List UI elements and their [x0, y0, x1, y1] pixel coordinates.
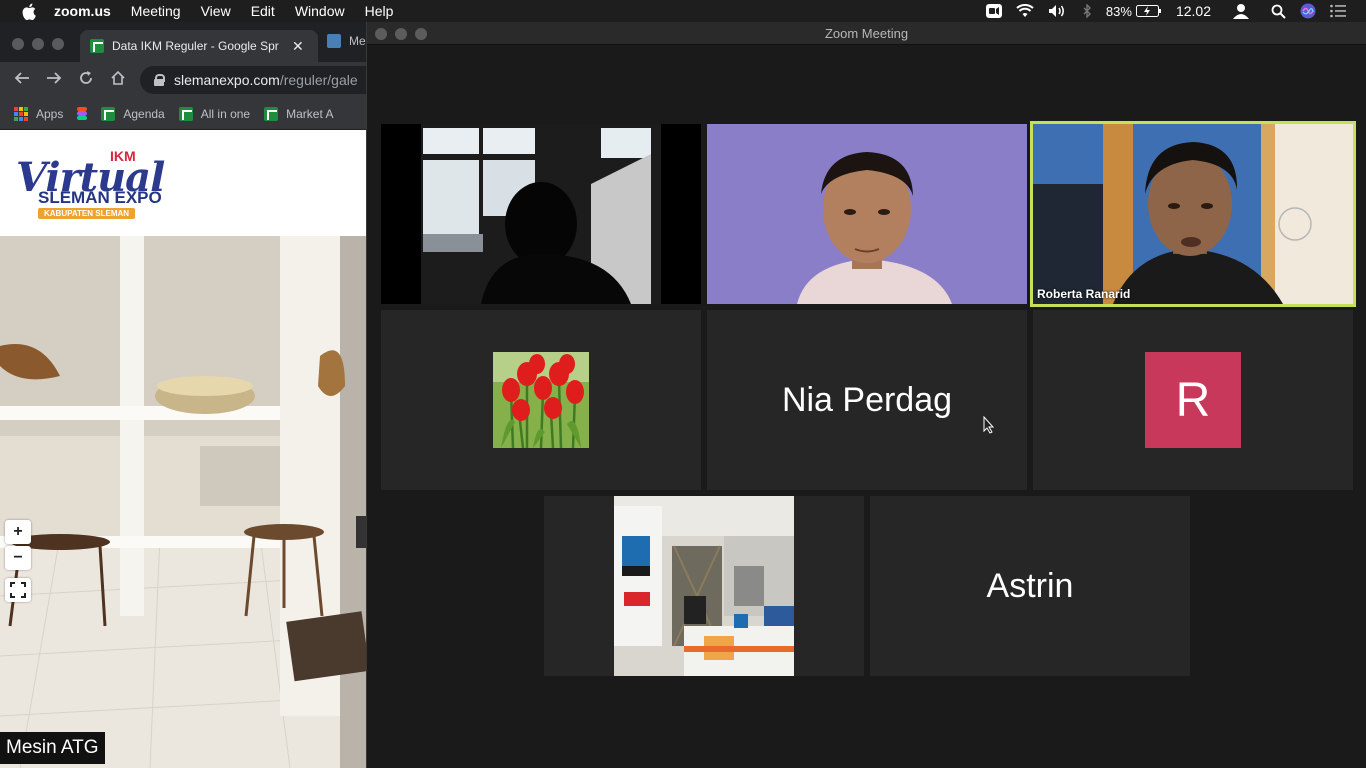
tab-label: Data IKM Reguler - Google Spr [112, 39, 279, 53]
mouse-cursor-icon [983, 416, 995, 434]
participant-tile-4[interactable] [381, 310, 701, 490]
logo-sleman-expo: SLEMAN EXPO [38, 188, 162, 207]
lock-icon [154, 74, 165, 86]
menu-app-name[interactable]: zoom.us [54, 0, 111, 22]
bookmark-agenda[interactable]: Agenda [101, 106, 165, 121]
tab-strip: Data IKM Reguler - Google Spr ✕ Me [0, 22, 366, 62]
zoom-status-icon[interactable] [985, 4, 1002, 18]
notification-center-icon[interactable] [1330, 4, 1346, 18]
back-icon[interactable] [6, 70, 38, 91]
apple-icon[interactable] [20, 2, 38, 20]
browser-window-controls [12, 38, 72, 50]
browser-window: Data IKM Reguler - Google Spr ✕ Me slema… [0, 22, 366, 768]
figma-icon [77, 106, 88, 121]
close-window-button[interactable] [12, 38, 24, 50]
bookmarks-bar: Apps Agenda All in one Market A [0, 98, 366, 130]
product-caption: Mesin ATG [0, 732, 105, 764]
menu-help[interactable]: Help [365, 0, 394, 22]
showroom-scene [0, 236, 366, 768]
tab-data-ikm-reguler[interactable]: Data IKM Reguler - Google Spr ✕ [80, 30, 318, 62]
bookmark-all-in-one[interactable]: All in one [178, 106, 251, 121]
bluetooth-icon[interactable] [1082, 4, 1092, 18]
battery-percent[interactable]: 83% [1106, 4, 1132, 19]
participant-tile-2[interactable] [707, 124, 1027, 304]
participant-name: Nia Perdag [781, 380, 953, 419]
browser-toolbar: slemanexpo.com/reguler/gale [0, 62, 366, 98]
bookmark-market[interactable]: Market A [264, 106, 334, 121]
google-sheets-icon [178, 106, 193, 121]
battery-icon[interactable] [1135, 5, 1162, 17]
participant-tile-7[interactable] [544, 496, 864, 676]
zoom-in-button[interactable]: + [5, 520, 31, 544]
menu-bar: zoom.us Meeting View Edit Window Help 83… [0, 0, 1366, 22]
clock[interactable]: 12.02 [1176, 3, 1211, 19]
participant-tile-5[interactable]: Nia Perdag [707, 310, 1027, 490]
participant-tile-8[interactable]: Astrin [870, 496, 1190, 676]
bookmark-label: Market A [286, 106, 334, 121]
logo-kabupaten: KABUPATEN SLEMAN [38, 208, 136, 219]
menu-meeting[interactable]: Meeting [131, 0, 181, 22]
bookmark-label: Agenda [123, 106, 165, 121]
avatar: R [1145, 352, 1241, 448]
menu-window[interactable]: Window [295, 0, 345, 22]
wifi-icon[interactable] [1016, 4, 1034, 18]
profile-picture [493, 352, 589, 448]
tab-close-icon[interactable]: ✕ [292, 38, 304, 55]
window-title: Zoom Meeting [824, 26, 909, 41]
address-bar[interactable]: slemanexpo.com/reguler/gale [140, 66, 366, 94]
close-window-button[interactable] [375, 28, 387, 40]
participant-tile-1[interactable] [381, 124, 701, 304]
fullscreen-icon [10, 582, 26, 598]
participant-name: Astrin [986, 566, 1074, 605]
zoom-out-button[interactable]: − [5, 546, 31, 570]
tab-label: Me [349, 34, 366, 48]
image-favicon-icon [327, 34, 341, 48]
bookmark-label: All in one [200, 106, 251, 121]
video-feed [1033, 124, 1353, 304]
video-feed [707, 124, 1027, 304]
reload-icon[interactable] [70, 70, 102, 91]
menu-edit[interactable]: Edit [251, 0, 275, 22]
siri-icon[interactable] [1300, 3, 1316, 19]
maximize-window-button[interactable] [415, 28, 427, 40]
video-feed [381, 124, 701, 304]
zoom-meeting-window: Zoom Meeting Roberta Ranarid Nia Perdag … [366, 22, 1366, 768]
tab-second[interactable]: Me [327, 34, 366, 48]
participant-tile-3[interactable]: Roberta Ranarid [1030, 121, 1356, 307]
url-path: /reguler/gale [279, 72, 358, 88]
bookmark-label: Apps [36, 106, 64, 121]
home-icon[interactable] [102, 70, 134, 91]
volume-icon[interactable] [1048, 4, 1068, 18]
site-header: IKM Virtual SLEMAN EXPO KABUPATEN SLEMAN [0, 130, 366, 236]
participant-tile-6[interactable]: R [1033, 310, 1353, 490]
web-page: IKM Virtual SLEMAN EXPO KABUPATEN SLEMAN [0, 130, 366, 768]
profile-picture [614, 496, 794, 676]
menu-view[interactable]: View [201, 0, 231, 22]
bookmark-apps[interactable]: Apps [14, 106, 64, 121]
bookmark-figma[interactable] [77, 106, 88, 121]
participant-name: Roberta Ranarid [1037, 287, 1131, 301]
fullscreen-button[interactable] [5, 578, 31, 602]
zoom-window-controls [375, 28, 435, 40]
search-icon[interactable] [1271, 4, 1286, 19]
minimize-window-button[interactable] [32, 38, 44, 50]
virtual-tour-view[interactable]: + − Mesin ATG [0, 236, 366, 768]
minimize-window-button[interactable] [395, 28, 407, 40]
google-sheets-icon [264, 106, 279, 121]
apps-grid-icon [14, 106, 28, 121]
zoom-title-bar: Zoom Meeting [367, 22, 1366, 45]
forward-icon[interactable] [38, 70, 70, 91]
user-icon[interactable] [1233, 3, 1249, 19]
google-sheets-icon [101, 106, 116, 121]
maximize-window-button[interactable] [52, 38, 64, 50]
google-sheets-icon [90, 39, 104, 53]
url-host: slemanexpo.com [174, 72, 280, 88]
